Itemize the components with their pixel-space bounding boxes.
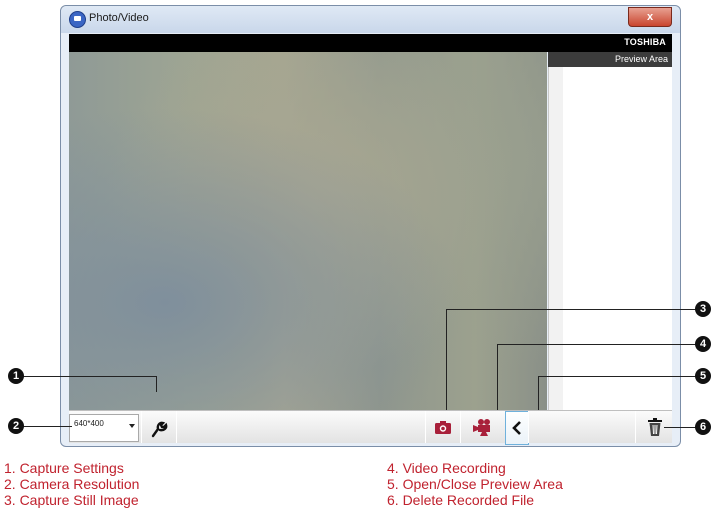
legend-item: 4. Video Recording <box>387 460 506 476</box>
callout-marker-3: 3 <box>695 301 711 317</box>
window-title: Photo/Video <box>89 12 149 24</box>
video-recording-button[interactable] <box>460 411 506 443</box>
photo-video-window: Photo/Video x TOSHIBA Preview Area 640*4… <box>60 5 681 447</box>
callout-4-line <box>497 344 697 345</box>
callout-marker-2: 2 <box>8 418 24 434</box>
preview-area-panel[interactable] <box>563 67 672 410</box>
capture-settings-button[interactable] <box>141 411 177 443</box>
bottom-toolbar: 640*400 <box>69 410 672 445</box>
preview-scrollbar[interactable] <box>548 67 564 410</box>
camera-icon <box>435 420 451 434</box>
callout-3-line <box>446 309 698 310</box>
close-button[interactable]: x <box>628 7 672 27</box>
brand-logo: TOSHIBA <box>624 37 666 47</box>
resolution-value: 640*400 <box>74 419 104 428</box>
callout-1-line <box>16 376 157 377</box>
legend-item: 6. Delete Recorded File <box>387 492 535 508</box>
callout-2-line <box>16 426 72 427</box>
callout-6-line <box>664 427 696 428</box>
legend-item: 3. Capture Still Image <box>4 492 139 508</box>
callout-marker-6: 6 <box>695 419 711 435</box>
camera-resolution-select[interactable]: 640*400 <box>69 414 139 442</box>
capture-still-image-button[interactable] <box>425 411 461 443</box>
callout-marker-1: 1 <box>8 368 24 384</box>
toolbar-spacer <box>176 411 426 443</box>
callout-5-line <box>538 376 696 377</box>
callout-4-drop <box>497 344 498 410</box>
trash-icon <box>647 418 662 436</box>
callout-marker-5: 5 <box>695 368 711 384</box>
callout-3-drop <box>446 309 447 410</box>
legend-left: 1. Capture Settings 2. Camera Resolution… <box>4 460 139 508</box>
preview-area-title: Preview Area <box>614 54 668 64</box>
brand-bar: TOSHIBA <box>69 34 672 52</box>
camera-preview-video <box>69 52 547 410</box>
wrench-icon <box>151 421 168 438</box>
legend-item: 2. Camera Resolution <box>4 476 140 492</box>
callout-marker-4: 4 <box>695 336 711 352</box>
dropdown-arrow-icon <box>129 424 135 428</box>
video-camera-icon <box>473 419 490 436</box>
preview-area-header: Preview Area <box>548 52 672 67</box>
callout-5-drop <box>538 376 539 410</box>
legend-item: 5. Open/Close Preview Area <box>387 476 563 492</box>
camera-app-icon <box>69 11 86 28</box>
toolbar-spacer-right <box>528 411 636 443</box>
toggle-preview-area-button[interactable] <box>505 411 529 445</box>
legend-right: 4. Video Recording 5. Open/Close Preview… <box>387 460 563 508</box>
legend-item: 1. Capture Settings <box>4 460 124 476</box>
title-bar: Photo/Video x <box>61 6 680 33</box>
chevron-left-icon <box>512 421 521 435</box>
callout-1-drop <box>156 376 157 392</box>
